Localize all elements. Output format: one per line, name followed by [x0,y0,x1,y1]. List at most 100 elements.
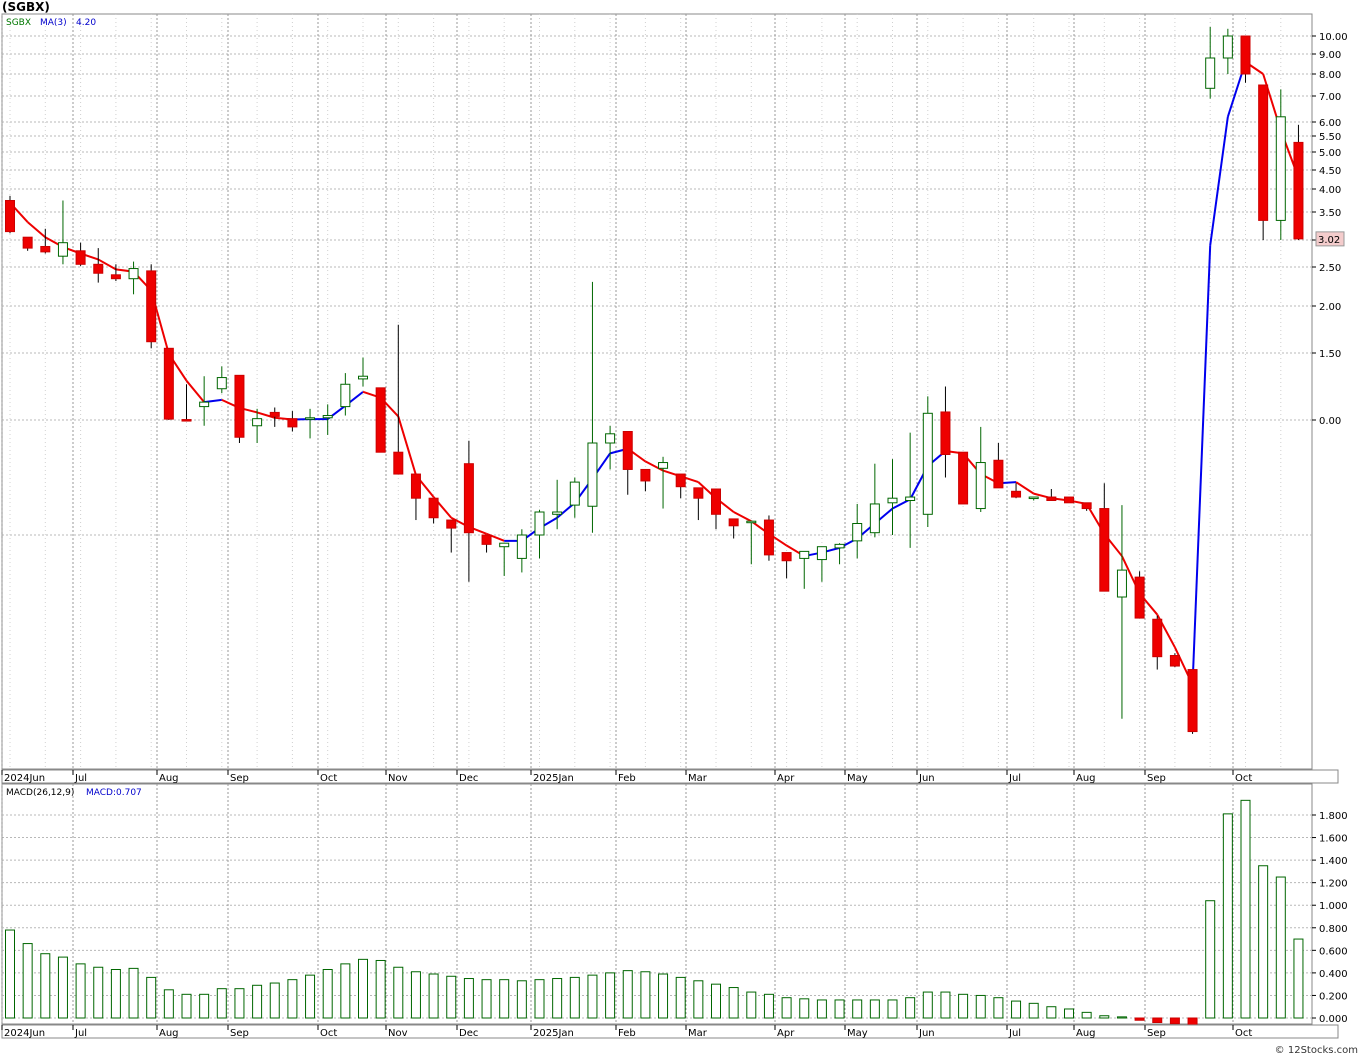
macd-bar [446,975,457,1019]
macd-bar [463,978,474,1019]
month-label: 2025Jan [533,1028,574,1039]
candle-body [905,496,916,501]
macd-bar [269,982,280,1019]
macd-x-axis: 2024Jun Jul Aug Sep Oct Nov Dec 2025Jan Feb Mar Ap… [1,1024,1339,1039]
macd-bar [22,943,33,1019]
candle-body [75,250,86,265]
candle-body [1011,490,1022,498]
candle-body [816,546,827,561]
candle-body [287,418,298,428]
candle-body [322,415,333,419]
candle-body [234,374,245,438]
month-label: Apr [777,773,795,784]
macd-bar [605,972,616,1019]
macd-bar [1275,876,1286,1019]
month-label: Aug [159,773,179,784]
candle-body [146,270,157,343]
macd-tick-label: 1.800 [1319,811,1348,822]
candle-body [516,534,527,559]
price-tick-label: 5.50 [1319,132,1341,143]
candle-body [93,263,104,274]
month-label: Jul [74,1028,87,1039]
candle-body [1046,496,1057,501]
month-label: Apr [777,1028,795,1039]
candle-body [305,417,316,420]
price-tick-label: 4.00 [1319,185,1341,196]
macd-bar [1116,1016,1127,1019]
month-label: Aug [159,1028,179,1039]
price-tick-label: 7.00 [1319,92,1341,103]
candle-body [781,552,792,562]
macd-bar [1099,1015,1110,1019]
macd-bar [110,969,121,1019]
macd-bar [199,993,210,1019]
macd-legend-title: MACD(26,12,9) [6,788,74,798]
candle-body [605,433,616,444]
candle-body [658,462,669,469]
macd-bar [181,993,192,1019]
macd-bar [75,963,86,1019]
price-tick-label: 0.00 [1319,416,1341,427]
macd-bar [869,999,880,1019]
candle-body [569,481,580,506]
candle-body [587,442,598,507]
macd-bar [922,991,933,1019]
month-label: 2025Jan [533,773,574,784]
price-tick-label: 6.00 [1319,118,1341,129]
macd-tick-label: 0.600 [1319,946,1348,957]
macd-bar [1205,900,1216,1019]
candle-body [446,519,457,529]
month-label: Oct [1235,1028,1252,1039]
month-label: Sep [1147,1028,1166,1039]
macd-bar [1064,1008,1074,1019]
price-panel: 10.00 9.00 8.00 7.00 6.00 5.50 5.00 4.50 4.00 3.5… [1,13,1348,770]
macd-bar [905,997,916,1019]
chart-canvas: 10.00 9.00 8.00 7.00 6.00 5.50 5.00 4.50 4.00 3.5… [1,13,1348,1039]
month-label: Nov [388,773,408,784]
macd-bar [410,971,421,1019]
candle-body [746,520,757,524]
macd-bar [552,978,563,1019]
month-label: Oct [320,773,337,784]
macd-bar [728,987,739,1019]
candle-body [375,387,386,453]
month-label: Mar [688,1028,708,1039]
candle-body [1222,35,1233,59]
macd-bar [287,979,298,1019]
macd-bar [1134,1017,1145,1021]
candle-body [216,377,227,390]
candle-body [22,236,33,249]
candle-body [1028,496,1039,500]
macd-bar [711,983,721,1019]
candle-body [1099,508,1110,592]
month-label: Aug [1076,1028,1096,1039]
price-tick-label: 10.00 [1319,32,1348,43]
candle-body [922,412,933,515]
month-label: Jul [1008,773,1021,784]
candle-body [1240,35,1251,75]
macd-bar [305,974,316,1019]
legend-symbol: SGBX [6,18,31,28]
month-label: Feb [618,773,636,784]
price-tick-label: 2.00 [1319,302,1341,313]
macd-bar [1081,1011,1092,1019]
candle-body [552,511,563,515]
macd-bar [658,973,669,1019]
candle-body [675,473,686,488]
macd-tick-label: 1.200 [1319,879,1348,890]
candle-body [358,375,368,380]
candle-body [481,534,492,545]
macd-bar [358,958,368,1019]
month-label: Sep [230,773,249,784]
macd-bar [622,970,633,1019]
month-label: 2024Jun [4,773,45,784]
candle-body [622,431,633,470]
macd-bar [252,984,263,1019]
price-x-axis: 2024Jun Jul Aug Sep Oct Nov Dec 2025Jan Feb Mar Ap… [1,769,1339,784]
candle-body [887,497,898,504]
macd-bar [975,994,986,1019]
macd-bar [40,953,51,1019]
macd-bar [5,929,15,1019]
macd-bar [481,979,492,1019]
month-label: Jun [918,1028,935,1039]
